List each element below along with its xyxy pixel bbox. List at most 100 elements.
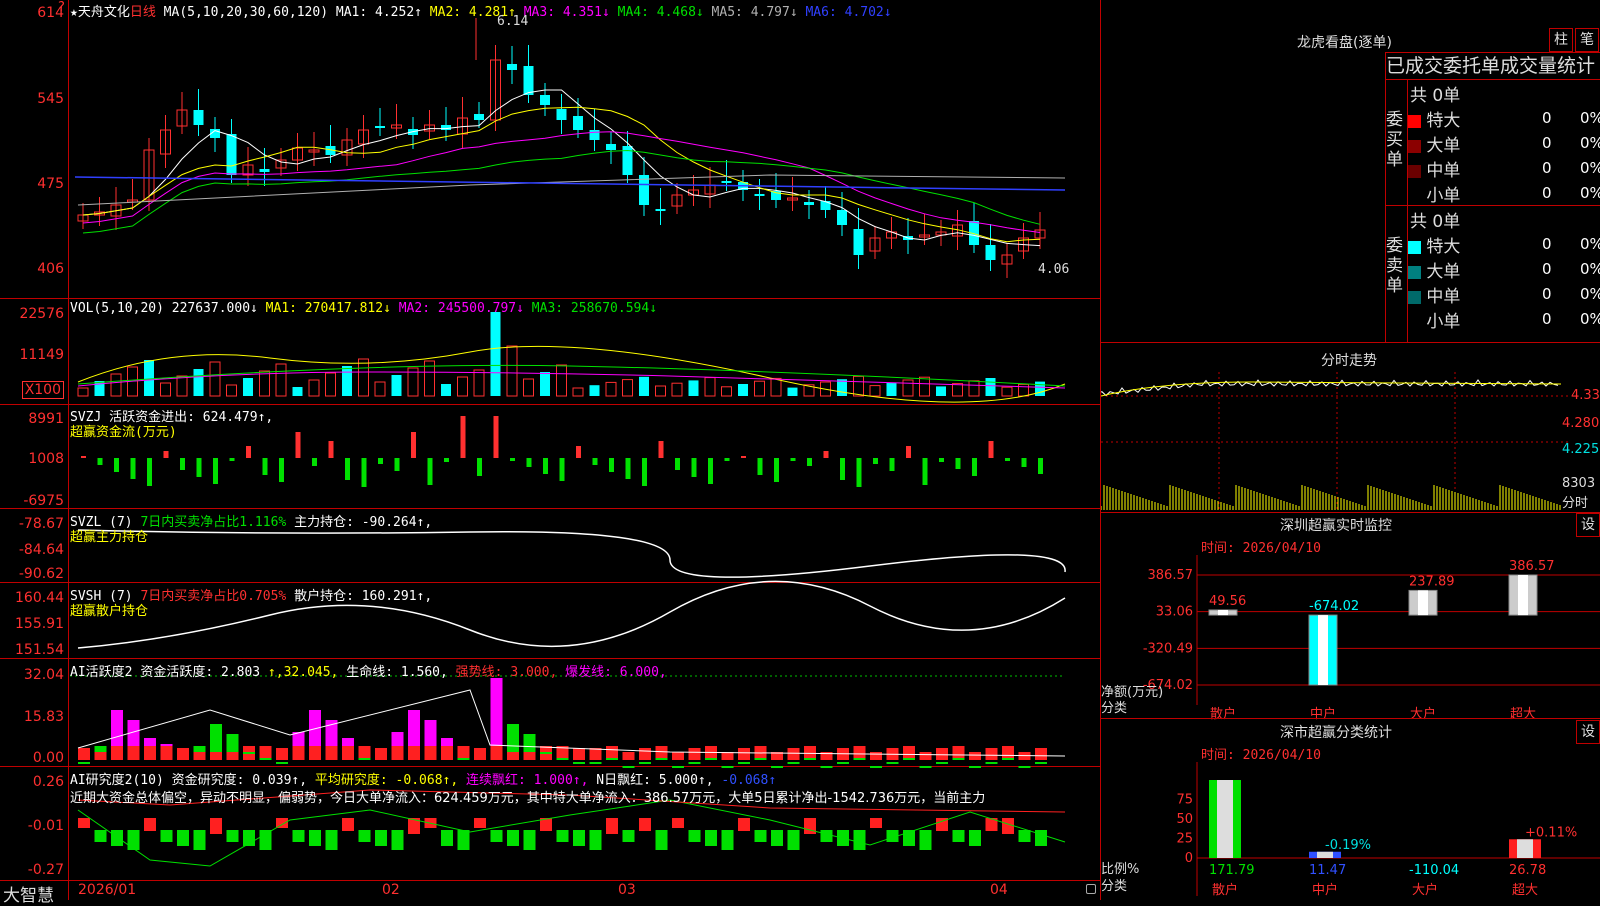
research-bar-up [78, 818, 90, 828]
order-row-count: 0 [1542, 260, 1552, 278]
activity-bar [523, 734, 536, 752]
sz-class-xunit: 分类 [1101, 879, 1128, 894]
fund-flow-bar-down [873, 458, 878, 464]
intraday-chart[interactable] [1101, 372, 1571, 512]
sz-monitor-settings-button[interactable]: 设 [1576, 513, 1600, 537]
vol-ma-value: MA3: 258670.594↓ [523, 301, 658, 316]
category-label: 散户 [1212, 882, 1238, 898]
fund-flow-bar-up [411, 432, 416, 458]
volume-bar-up [556, 364, 567, 397]
fund-flow-bar-down [609, 458, 614, 472]
activity-bar [540, 752, 552, 754]
date-tick: 02 [382, 882, 400, 898]
research-bar-down [193, 830, 206, 850]
activity-bar [358, 758, 371, 760]
candle-down [474, 114, 484, 120]
activity-base-bar [259, 746, 272, 760]
ai2-summary: 近期大资金总体偏空，异动不明显，偏弱势，今日大单净流入：624.459万元，其中… [70, 791, 986, 806]
research-bar-down [111, 830, 123, 846]
research-bar-up [210, 818, 222, 834]
svzl-subtitle: 超赢主力持仓 [70, 530, 149, 545]
fund-flow-bar-down [130, 458, 136, 479]
activity-bar [78, 762, 90, 764]
volume-bar-up [308, 379, 320, 397]
sell-total: 共 0单 [1410, 212, 1461, 232]
activity-bar [457, 758, 470, 760]
fund-flow-bar-down [394, 458, 400, 471]
sz-class-chart[interactable]: 75 50 25 0 171.79 散户 11.47 中户 -110.04 大户 26.78 超大 -0… [1101, 762, 1600, 900]
fund-flow-bar-down [889, 458, 895, 471]
volume-bar-down [342, 366, 352, 396]
ai1-value: 强势线: 3.000, [447, 665, 558, 680]
fund-flow-bar-up [460, 416, 466, 458]
order-row-label: 大单 [1421, 136, 1461, 156]
fund-flow-bar-down [691, 458, 697, 477]
activity-base-bar [919, 752, 932, 760]
candle-down [721, 181, 732, 183]
fund-flow-bar-down [229, 458, 235, 461]
activity-bar [903, 758, 915, 760]
order-stats-tab[interactable]: 已成交委托单成交量统计 [1385, 52, 1600, 80]
research-bar-down [688, 830, 701, 842]
ai2-header: AI研究度2(10) 资金研究度: 0.039↑, 平均研究度: -0.068↑… [70, 769, 776, 788]
vol-unit-badge[interactable]: X100 [21, 381, 64, 399]
fund-flow-bar-down [790, 458, 796, 461]
activity-bar [820, 766, 833, 768]
research-bar-down [1035, 830, 1047, 846]
volume-bar-up [473, 369, 485, 397]
fund-flow-bar-down [724, 458, 730, 461]
activity-bar [886, 762, 899, 764]
svsh-tick: 160.44 [15, 590, 64, 606]
candle-down [573, 116, 583, 130]
sz-monitor-time: 时间: 2026/04/10 [1201, 541, 1321, 556]
activity-base-bar [342, 746, 354, 760]
activity-base-bar [490, 746, 503, 760]
order-row-count: 0 [1542, 285, 1552, 303]
svzl-tick: -84.64 [18, 542, 64, 558]
research-bar-down [969, 830, 981, 846]
activity-base-bar [721, 752, 734, 760]
volume-bar-down [688, 380, 699, 396]
sz-class-time: 时间: 2026/04/10 [1201, 748, 1321, 763]
activity-base-bar [474, 748, 486, 760]
kline-chart[interactable] [70, 0, 1100, 880]
fund-flow-bar-down [774, 458, 779, 482]
volume-bar-up [869, 385, 881, 397]
volume-bar-up [754, 380, 765, 397]
sz-class-settings-button[interactable]: 设 [1576, 720, 1600, 744]
sz-monitor-xunit: 分类 [1101, 701, 1128, 716]
fund-flow-bar-down [427, 458, 433, 485]
activity-base-bar [573, 748, 585, 760]
activity-bar [408, 710, 420, 746]
net-amount-bar-highlight [1518, 575, 1528, 616]
order-row-pct: 0% [1580, 159, 1600, 177]
left-axis-line [68, 0, 69, 900]
fund-flow-bar-up [328, 441, 334, 458]
research-bar-down [523, 830, 536, 850]
price-tick: 545 [37, 91, 64, 107]
bar-mode-button[interactable]: 柱 [1549, 28, 1573, 52]
activity-bar [507, 724, 519, 752]
volume-bar-down [738, 384, 748, 396]
fund-flow-bar-up [246, 446, 251, 458]
fund-flow-bar-down [592, 458, 598, 465]
svsh-tick: 151.54 [15, 642, 64, 658]
activity-base-bar [457, 746, 470, 760]
pen-mode-button[interactable]: 笔 [1575, 28, 1599, 52]
activity-bar [870, 766, 882, 768]
order-row-count: 0 [1542, 235, 1552, 253]
svzl-ratio: 7日内买卖净占比1.116% [140, 515, 287, 530]
activity-base-bar [870, 752, 882, 760]
fund-flow-bar-down [196, 458, 202, 477]
activity-bar [936, 762, 948, 764]
activity-bar [226, 734, 239, 752]
sz-monitor-chart[interactable]: 386.5733.06-320.49-674.0249.56散户-674.02中… [1101, 555, 1600, 720]
activity-base-bar [969, 752, 981, 760]
vol-values: 227637.000↓ MA1: 270417.812↓ MA2: 245500… [172, 301, 657, 316]
order-row-label: 中单 [1421, 287, 1461, 307]
activity-bar [655, 758, 668, 760]
volume-bar-up [506, 345, 518, 397]
lock-icon[interactable] [1086, 884, 1096, 894]
ai1-value: 爆发线: 6.000, [557, 665, 667, 680]
volume-bar-up [176, 375, 188, 397]
